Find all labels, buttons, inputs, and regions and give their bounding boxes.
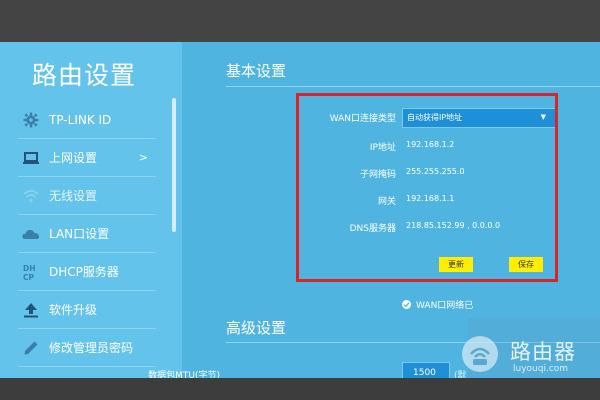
sidebar-item-firmware-upgrade[interactable]: 软件升级 <box>18 291 156 329</box>
sidebar-nav: TP-LINK ID 上网设置 > 无线设置 LAN口设置 DH CP DHCP… <box>18 101 156 367</box>
sidebar-item-label: TP-LINK ID <box>49 112 112 127</box>
gear-icon <box>21 110 41 130</box>
sidebar-item-tplink-id[interactable]: TP-LINK ID <box>18 101 156 139</box>
pencil-icon <box>21 338 41 358</box>
dhcp-icon: DH CP <box>21 262 41 282</box>
sidebar-item-change-admin-password[interactable]: 修改管理员密码 <box>18 329 156 367</box>
svg-text:CP: CP <box>23 273 35 281</box>
upload-icon <box>21 300 41 320</box>
wifi-icon <box>21 186 41 206</box>
mtu-label: 数据包MTU(字节) <box>148 371 220 378</box>
check-circle-icon <box>402 300 411 309</box>
wan-status-text: WAN口网络已 <box>416 301 474 311</box>
watermark-name: 路由器 <box>510 340 576 364</box>
watermark-url: luyouqi.com <box>513 364 569 374</box>
sidebar-item-wireless-settings[interactable]: 无线设置 <box>18 177 156 215</box>
mtu-input[interactable]: 1500 <box>402 362 450 378</box>
sidebar-item-label: 修改管理员密码 <box>49 341 134 355</box>
sidebar: 路由设置 TP-LINK ID 上网设置 > 无线设置 LAN口设置 DH CP… <box>0 42 182 378</box>
sidebar-item-label: 无线设置 <box>49 189 98 203</box>
bottom-bar <box>0 378 600 400</box>
svg-text:DH: DH <box>23 264 36 273</box>
monitor-icon <box>21 148 41 168</box>
sidebar-item-label: DHCP服务器 <box>49 265 119 279</box>
sidebar-title: 路由设置 <box>32 61 137 90</box>
sidebar-scrollbar[interactable] <box>172 98 176 232</box>
basic-settings-title: 基本设置 <box>226 62 287 80</box>
sidebar-item-internet-settings[interactable]: 上网设置 > <box>18 139 156 177</box>
sidebar-item-lan-settings[interactable]: LAN口设置 <box>18 215 156 253</box>
router-logo-icon <box>462 336 498 372</box>
mtu-value: 1500 <box>413 368 436 378</box>
top-bar <box>0 0 600 42</box>
chevron-right-icon: > <box>138 151 148 164</box>
sidebar-item-label: 上网设置 <box>49 151 98 165</box>
sidebar-item-label: LAN口设置 <box>49 227 110 241</box>
sidebar-item-dhcp-server[interactable]: DH CP DHCP服务器 <box>18 253 156 291</box>
advanced-settings-title: 高级设置 <box>226 319 287 337</box>
wan-status: WAN口网络已 <box>402 298 473 311</box>
divider <box>226 86 600 87</box>
highlight-box <box>296 93 558 282</box>
sidebar-item-label: 软件升级 <box>49 303 98 317</box>
cloud-icon <box>21 224 41 244</box>
